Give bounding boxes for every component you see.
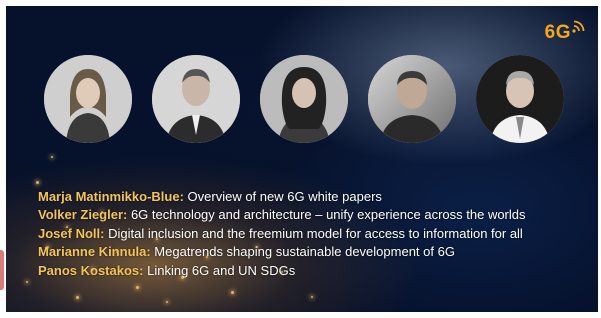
speaker-name: Josef Noll:	[38, 225, 105, 241]
speaker-topic: Digital inclusion and the freemium model…	[104, 225, 523, 241]
speaker-line: Marja Matinmikko-Blue: Overview of new 6…	[38, 188, 590, 206]
speaker-photo-volker	[152, 55, 240, 143]
speaker-topic: Linking 6G and UN SDGs	[143, 262, 296, 278]
speaker-name: Marianne Kinnula:	[38, 244, 151, 260]
speaker-topic: 6G technology and architecture – unify e…	[127, 207, 526, 223]
speaker-photo-panos	[476, 55, 564, 143]
speaker-line: Volker Ziegler: 6G technology and archit…	[38, 206, 590, 224]
speaker-photo-marja	[44, 55, 132, 143]
presentation-slide: 6G Marja Matinmikko-Blue: Overview of ne…	[6, 6, 598, 312]
speaker-line: Marianne Kinnula: Megatrends shaping sus…	[38, 243, 590, 261]
speaker-line: Panos Kostakos: Linking 6G and UN SDGs	[38, 262, 590, 280]
speaker-name: Volker Ziegler:	[38, 207, 128, 223]
left-edge-marker	[0, 250, 4, 290]
speaker-topic: Overview of new 6G white papers	[183, 189, 382, 204]
speaker-list: Marja Matinmikko-Blue: Overview of new 6…	[38, 188, 590, 280]
speaker-topic: Megatrends shaping sustainable developme…	[150, 244, 455, 260]
speaker-photo-marianne	[368, 55, 456, 143]
speaker-photo-josef	[260, 55, 348, 143]
speaker-line: Josef Noll: Digital inclusion and the fr…	[38, 225, 590, 243]
speaker-name: Panos Kostakos:	[38, 262, 144, 278]
speaker-photos	[6, 6, 598, 166]
speaker-name: Marja Matinmikko-Blue:	[38, 189, 184, 204]
